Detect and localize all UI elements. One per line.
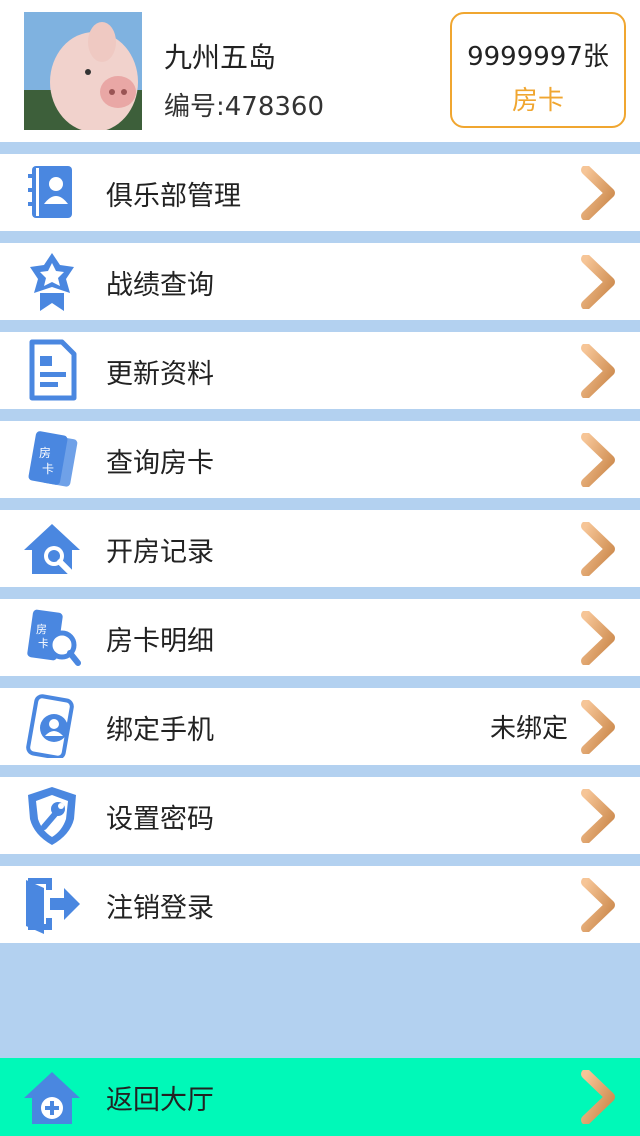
room-card-balance[interactable]: 9999997张 房卡: [450, 12, 626, 128]
shield-wrench-icon: [22, 783, 82, 847]
svg-text:卡: 卡: [38, 637, 49, 650]
room-card-count: 9999997张: [467, 42, 609, 72]
menu-label: 绑定手机: [106, 715, 214, 746]
chevron-right-icon: [580, 344, 616, 398]
svg-text:房: 房: [39, 445, 51, 460]
menu-item-query-room-card[interactable]: 房 卡 查询房卡: [0, 421, 640, 498]
chevron-right-icon: [580, 166, 616, 220]
menu-label: 查询房卡: [106, 448, 214, 479]
menu-item-room-records[interactable]: 开房记录: [0, 510, 640, 587]
home-plus-icon: [22, 1064, 82, 1128]
back-to-lobby-label: 返回大厅: [106, 1085, 214, 1116]
chevron-right-icon: [580, 1070, 616, 1124]
menu-item-room-card-details[interactable]: 房 卡 房卡明细: [0, 599, 640, 676]
profile-header: 九州五岛 编号:478360 9999997张 房卡: [0, 0, 640, 142]
chevron-right-icon: [580, 789, 616, 843]
chevron-right-icon: [580, 522, 616, 576]
document-icon: [22, 338, 82, 402]
chevron-right-icon: [580, 700, 616, 754]
phone-bind-status: 未绑定: [489, 714, 568, 744]
club-book-icon: [22, 160, 82, 224]
phone-user-icon: [22, 694, 82, 760]
chevron-right-icon: [580, 878, 616, 932]
menu-label: 注销登录: [106, 893, 214, 924]
chevron-right-icon: [580, 433, 616, 487]
user-name: 九州五岛: [164, 41, 277, 74]
menu-item-update-profile[interactable]: 更新资料: [0, 332, 640, 409]
menu-item-logout[interactable]: 注销登录: [0, 866, 640, 943]
avatar[interactable]: [24, 12, 142, 130]
room-card-search-icon: 房 卡: [22, 605, 82, 669]
house-search-icon: [22, 516, 82, 580]
menu-item-set-password[interactable]: 设置密码: [0, 777, 640, 854]
menu-label: 开房记录: [106, 537, 214, 568]
back-to-lobby-button[interactable]: 返回大厅: [0, 1058, 640, 1136]
svg-text:房: 房: [36, 623, 47, 636]
menu-label: 战绩查询: [106, 270, 214, 301]
chevron-right-icon: [580, 255, 616, 309]
menu-item-match-records[interactable]: 战绩查询: [0, 243, 640, 320]
menu-item-bind-phone[interactable]: 绑定手机 未绑定: [0, 688, 640, 765]
star-badge-icon: [22, 249, 82, 313]
menu-label: 房卡明细: [106, 626, 214, 657]
user-id: 编号:478360: [164, 92, 325, 122]
menu-item-club-management[interactable]: 俱乐部管理: [0, 154, 640, 231]
menu-label: 俱乐部管理: [106, 181, 241, 212]
logout-door-icon: [22, 872, 82, 936]
menu-label: 设置密码: [106, 804, 214, 835]
svg-text:卡: 卡: [42, 462, 54, 476]
room-card-label: 房卡: [511, 86, 564, 116]
chevron-right-icon: [580, 611, 616, 665]
room-card-icon: 房 卡: [22, 427, 82, 491]
menu-label: 更新资料: [106, 359, 214, 390]
